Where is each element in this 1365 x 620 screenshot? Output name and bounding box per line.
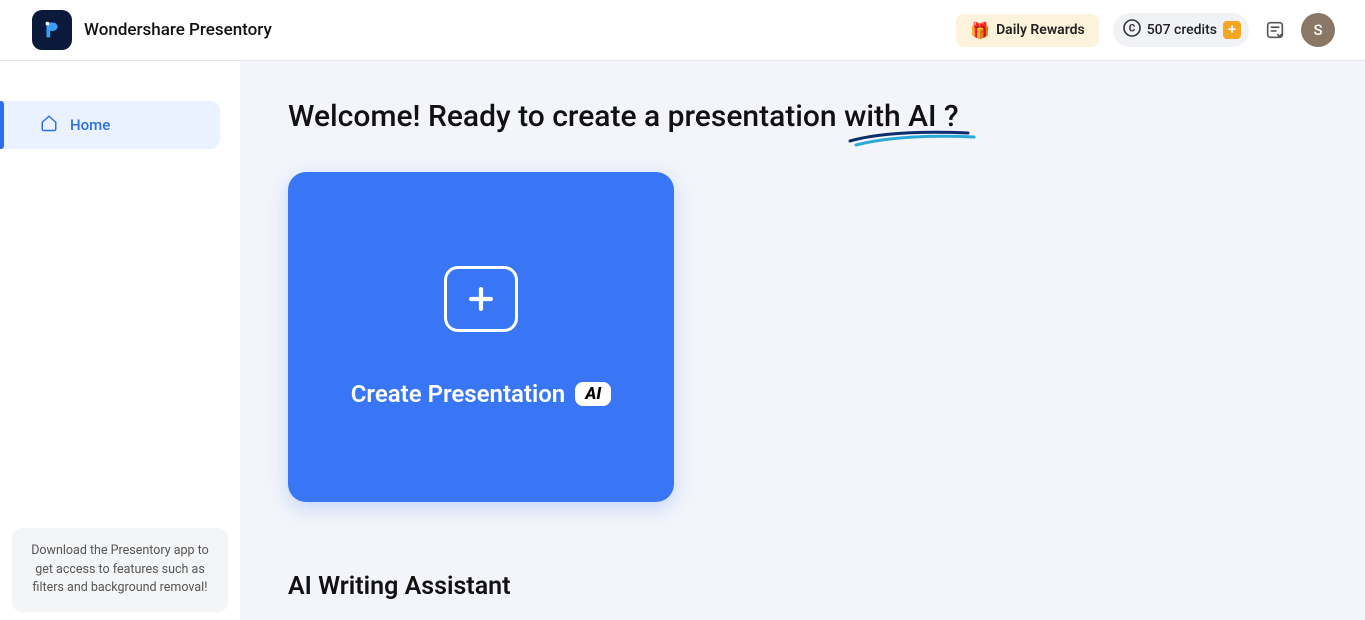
ai-badge: AI [575, 382, 611, 406]
svg-text:C: C [1128, 24, 1135, 35]
app-logo-icon [32, 10, 72, 50]
main-content: Welcome! Ready to create a presentation … [240, 61, 1365, 620]
credits-value: 507 credits [1147, 22, 1217, 38]
sidebar-item-home[interactable]: Home [0, 101, 220, 149]
sidebar-item-label: Home [70, 116, 110, 134]
header-actions: 🎁 Daily Rewards C 507 credits + S [956, 13, 1335, 47]
avatar-initial: S [1313, 21, 1322, 39]
add-credits-icon[interactable]: + [1223, 21, 1241, 39]
welcome-prefix: Welcome! Ready to create a presentation [288, 99, 844, 134]
credit-coin-icon: C [1123, 19, 1141, 41]
section-heading-ai-writing: AI Writing Assistant [288, 572, 1317, 601]
brand[interactable]: Wondershare Presentory [32, 10, 272, 50]
download-promo[interactable]: Download the Presentory app to get acces… [12, 528, 228, 612]
credits-button[interactable]: C 507 credits + [1113, 13, 1249, 47]
notes-button[interactable] [1263, 18, 1287, 42]
scribble-underline-icon [848, 127, 978, 149]
home-icon [40, 114, 58, 136]
app-header: Wondershare Presentory 🎁 Daily Rewards C… [0, 0, 1365, 61]
user-avatar[interactable]: S [1301, 13, 1335, 47]
daily-rewards-button[interactable]: 🎁 Daily Rewards [956, 14, 1099, 47]
rewards-label: Daily Rewards [996, 22, 1085, 38]
create-label-row: Create Presentation AI [351, 380, 612, 408]
create-presentation-card[interactable]: Create Presentation AI [288, 172, 674, 502]
promo-text: Download the Presentory app to get acces… [31, 543, 209, 596]
create-label: Create Presentation [351, 380, 565, 408]
gift-icon: 🎁 [970, 21, 990, 40]
plus-icon [444, 266, 518, 332]
welcome-heading: Welcome! Ready to create a presentation … [288, 99, 959, 134]
sidebar: Home Download the Presentory app to get … [0, 61, 240, 620]
brand-name: Wondershare Presentory [84, 20, 272, 40]
